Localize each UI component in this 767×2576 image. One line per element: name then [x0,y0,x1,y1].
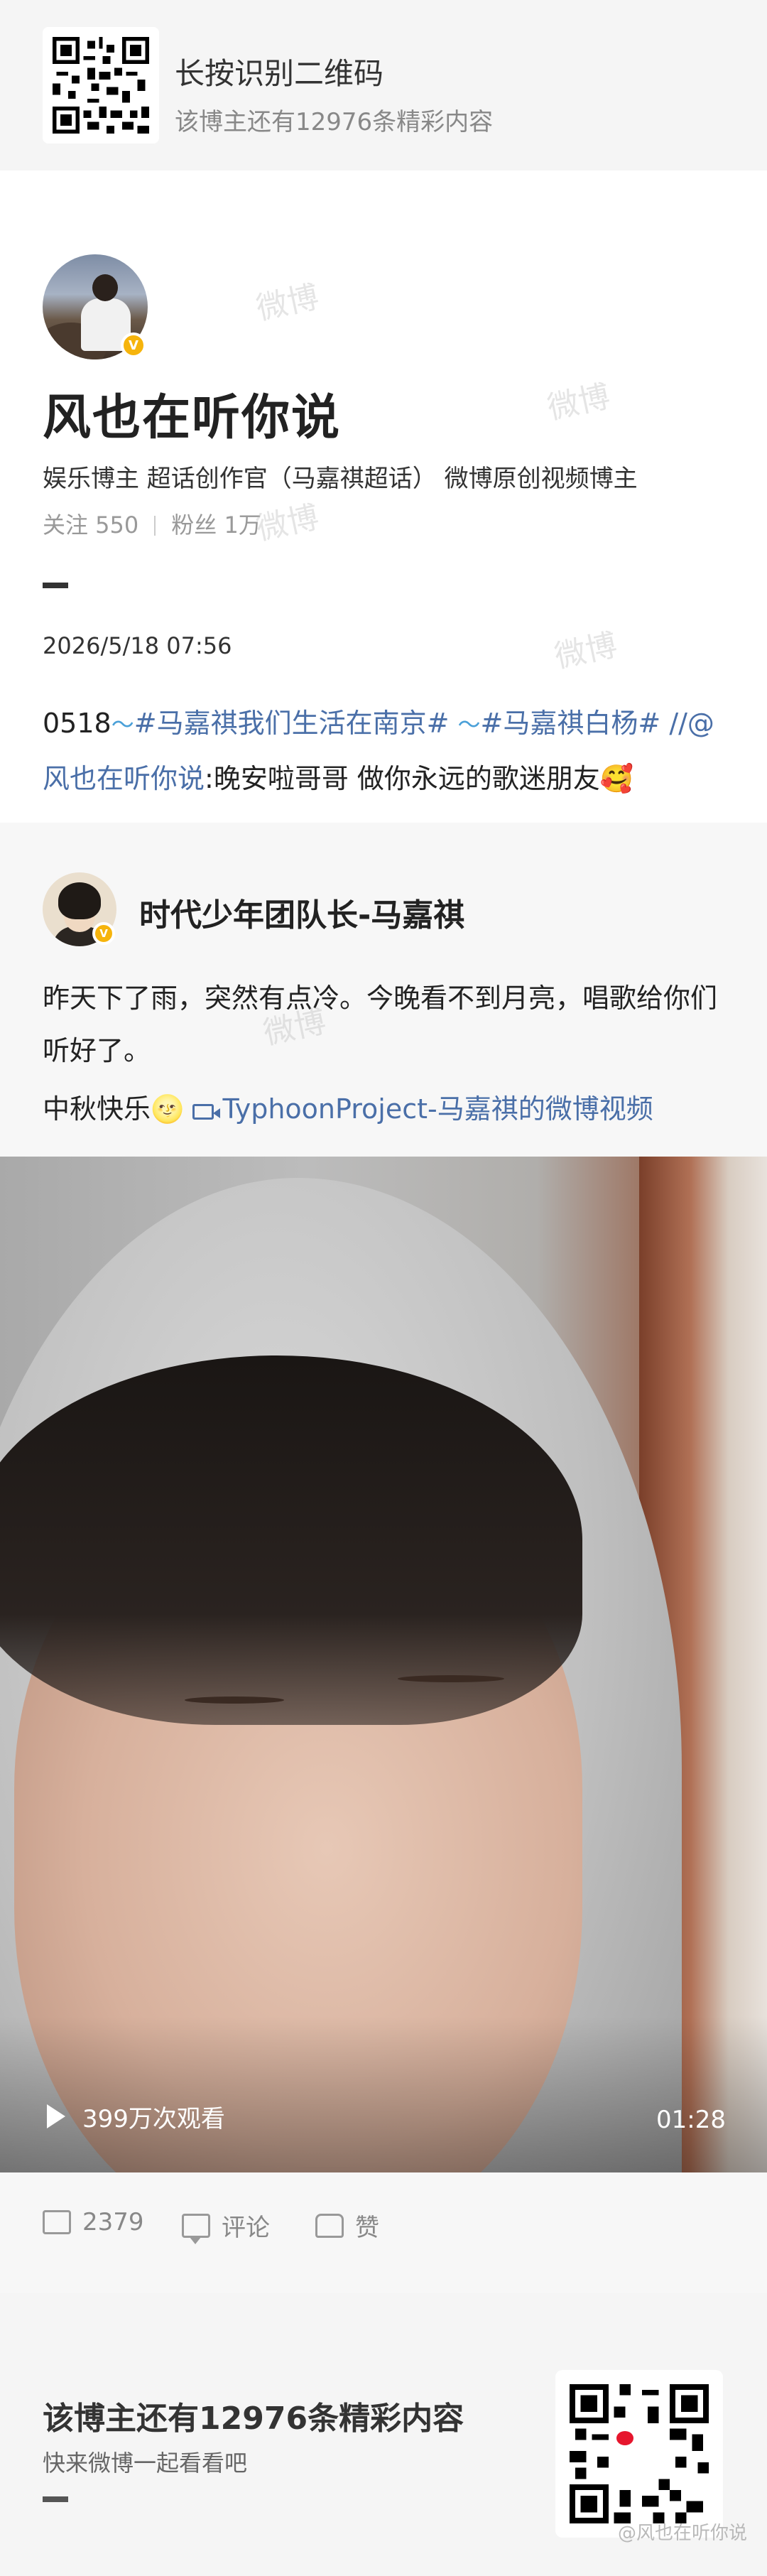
video-duration: 01:28 [656,2106,726,2134]
video-player[interactable]: 399万次观看 01:28 [0,1157,767,2172]
profile-stats: 关注 550 粉丝 1万 [43,507,261,540]
top-banner: 长按识别二维码 该博主还有12976条精彩内容 [0,0,767,171]
post-prefix: 0518 [43,708,111,739]
verified-icon: V [92,922,115,945]
top-banner-title: 长按识别二维码 [175,56,384,91]
hashtag-link[interactable]: #马嘉祺白杨# [481,708,661,739]
like-icon [315,2213,344,2238]
repost-count: 2379 [82,2208,144,2236]
repost-button[interactable]: 2379 [43,2208,144,2236]
profile-name[interactable]: 风也在听你说 [43,378,341,448]
comment-label: 评论 [222,2214,270,2242]
mention-link[interactable]: 风也在听你说 [43,763,205,794]
qr-code-icon[interactable] [43,27,159,144]
wave-icon: 〜 [457,711,481,738]
post-body: :晚安啦哥哥 做你永远的歌迷朋友 [205,763,600,794]
bottom-banner: 该博主还有12976条精彩内容 快来微博一起看看吧 @风也在听你说 [0,2293,767,2576]
repost-text-line2: 中秋快乐🌝 TyphoonProject-马嘉祺的微博视频 [43,1083,739,1135]
top-banner-subtitle: 该博主还有12976条精彩内容 [175,108,494,136]
action-bar: 2379 评论 赞 [0,2208,767,2265]
following-count[interactable]: 关注 550 [43,512,138,539]
repost-card[interactable]: V 时代少年团队长-马嘉祺 昨天下了雨，突然有点冷。今晚看不到月亮，唱歌给你们听… [0,823,767,2293]
play-icon[interactable] [47,2104,65,2128]
repost-marker: //@ [669,708,714,739]
love-emoji: 🥰 [599,763,634,794]
followers-count[interactable]: 粉丝 1万 [171,512,261,539]
smile-emoji: 🌝 [151,1093,185,1125]
repost-author[interactable]: 时代少年团队长-马嘉祺 [139,889,464,935]
post-time: 2026/5/18 07:56 [43,632,232,659]
repost-text: 昨天下了雨，突然有点冷。今晚看不到月亮，唱歌给你们听好了。 [43,983,718,1066]
profile-tags: 娱乐博主 超话创作官（马嘉祺超话） 微博原创视频博主 [43,465,638,493]
wave-icon: 〜 [111,711,134,738]
watermark: 微博 [551,627,621,676]
stats-divider [154,516,156,536]
video-eye [185,1696,284,1704]
watermark: 微博 [253,499,322,548]
bottom-banner-title: 该博主还有12976条精彩内容 [43,2401,464,2437]
author-watermark: @风也在听你说 [617,2523,747,2544]
video-eye [398,1675,504,1682]
comment-icon [182,2213,210,2244]
like-label: 赞 [355,2214,379,2242]
video-overlay [0,2016,767,2172]
video-hair [0,1355,582,1725]
section-divider [43,2496,68,2502]
like-button[interactable]: 赞 [315,2208,379,2243]
video-icon [192,1104,221,1120]
watermark: 微博 [253,278,322,328]
comment-button[interactable]: 评论 [182,2208,270,2244]
qr-code-icon[interactable] [555,2370,723,2538]
weibo-logo-icon [614,2428,638,2450]
video-link[interactable]: TyphoonProject-马嘉祺的微博视频 [192,1093,653,1125]
hashtag-link[interactable]: #马嘉祺我们生活在南京# [134,708,450,739]
video-link-label: TyphoonProject-马嘉祺的微博视频 [222,1093,653,1125]
bottom-banner-subtitle: 快来微博一起看看吧 [43,2450,248,2477]
post-text: 0518〜#马嘉祺我们生活在南京# 〜#马嘉祺白杨# //@ 风也在听你说:晚安… [43,696,724,806]
verified-icon: V [121,332,146,358]
video-views: 399万次观看 [82,2105,225,2133]
festival-text: 中秋快乐 [43,1093,151,1125]
repost-icon [43,2210,71,2234]
section-divider [43,583,68,588]
watermark: 微博 [544,378,614,427]
